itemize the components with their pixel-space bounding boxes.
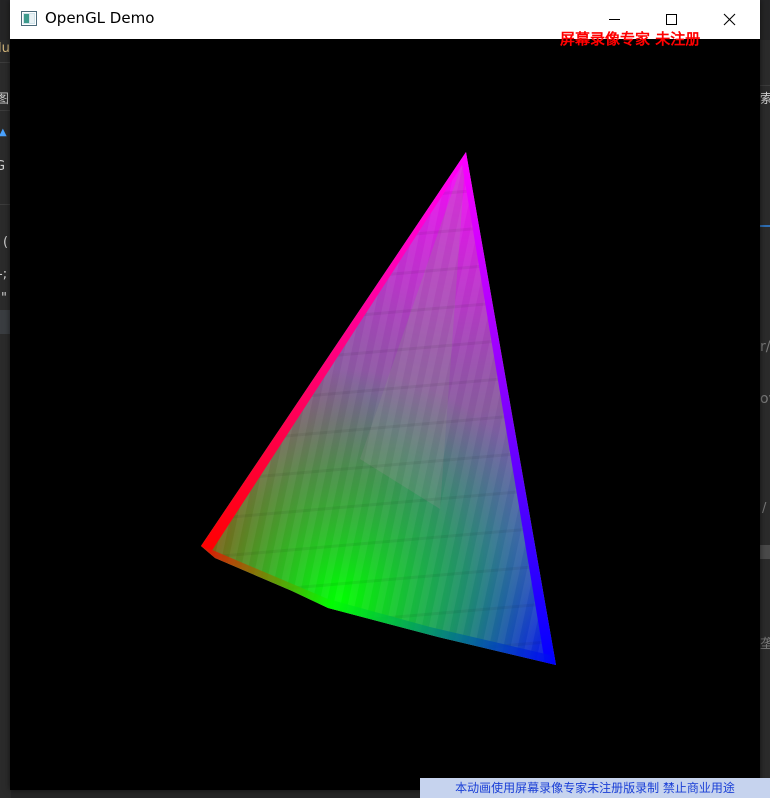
background-scrollbar [759, 545, 770, 559]
background-ide-right [759, 40, 770, 798]
cone-render [201, 152, 556, 665]
background-text: -; [0, 267, 8, 282]
opengl-window[interactable]: OpenGL Demo [10, 0, 760, 790]
watermark-recording-notice: 本动画使用屏幕录像专家未注册版录制 禁止商业用途 [420, 778, 770, 798]
background-divider [759, 85, 770, 86]
opengl-render-viewport[interactable] [10, 39, 760, 790]
window-title: OpenGL Demo [45, 9, 155, 27]
background-text: r/ [760, 339, 770, 355]
background-text: ov [760, 391, 770, 407]
background-text: 垄 [760, 637, 770, 652]
background-text: ( [3, 235, 9, 250]
close-icon [723, 13, 736, 26]
cone-surface [201, 152, 556, 665]
background-text: / [762, 501, 767, 516]
background-text: G [0, 159, 6, 174]
background-text: lu [0, 41, 10, 56]
background-text: 图 [0, 92, 10, 107]
background-text: 索 [760, 92, 770, 107]
watermark-unregistered-label: 屏幕录像专家 未注册 [560, 30, 701, 48]
background-divider [759, 225, 770, 227]
background-text: " [1, 291, 7, 306]
opengl-app-icon [21, 11, 37, 26]
background-icon: ▲ [0, 127, 7, 138]
close-button[interactable] [702, 0, 760, 39]
